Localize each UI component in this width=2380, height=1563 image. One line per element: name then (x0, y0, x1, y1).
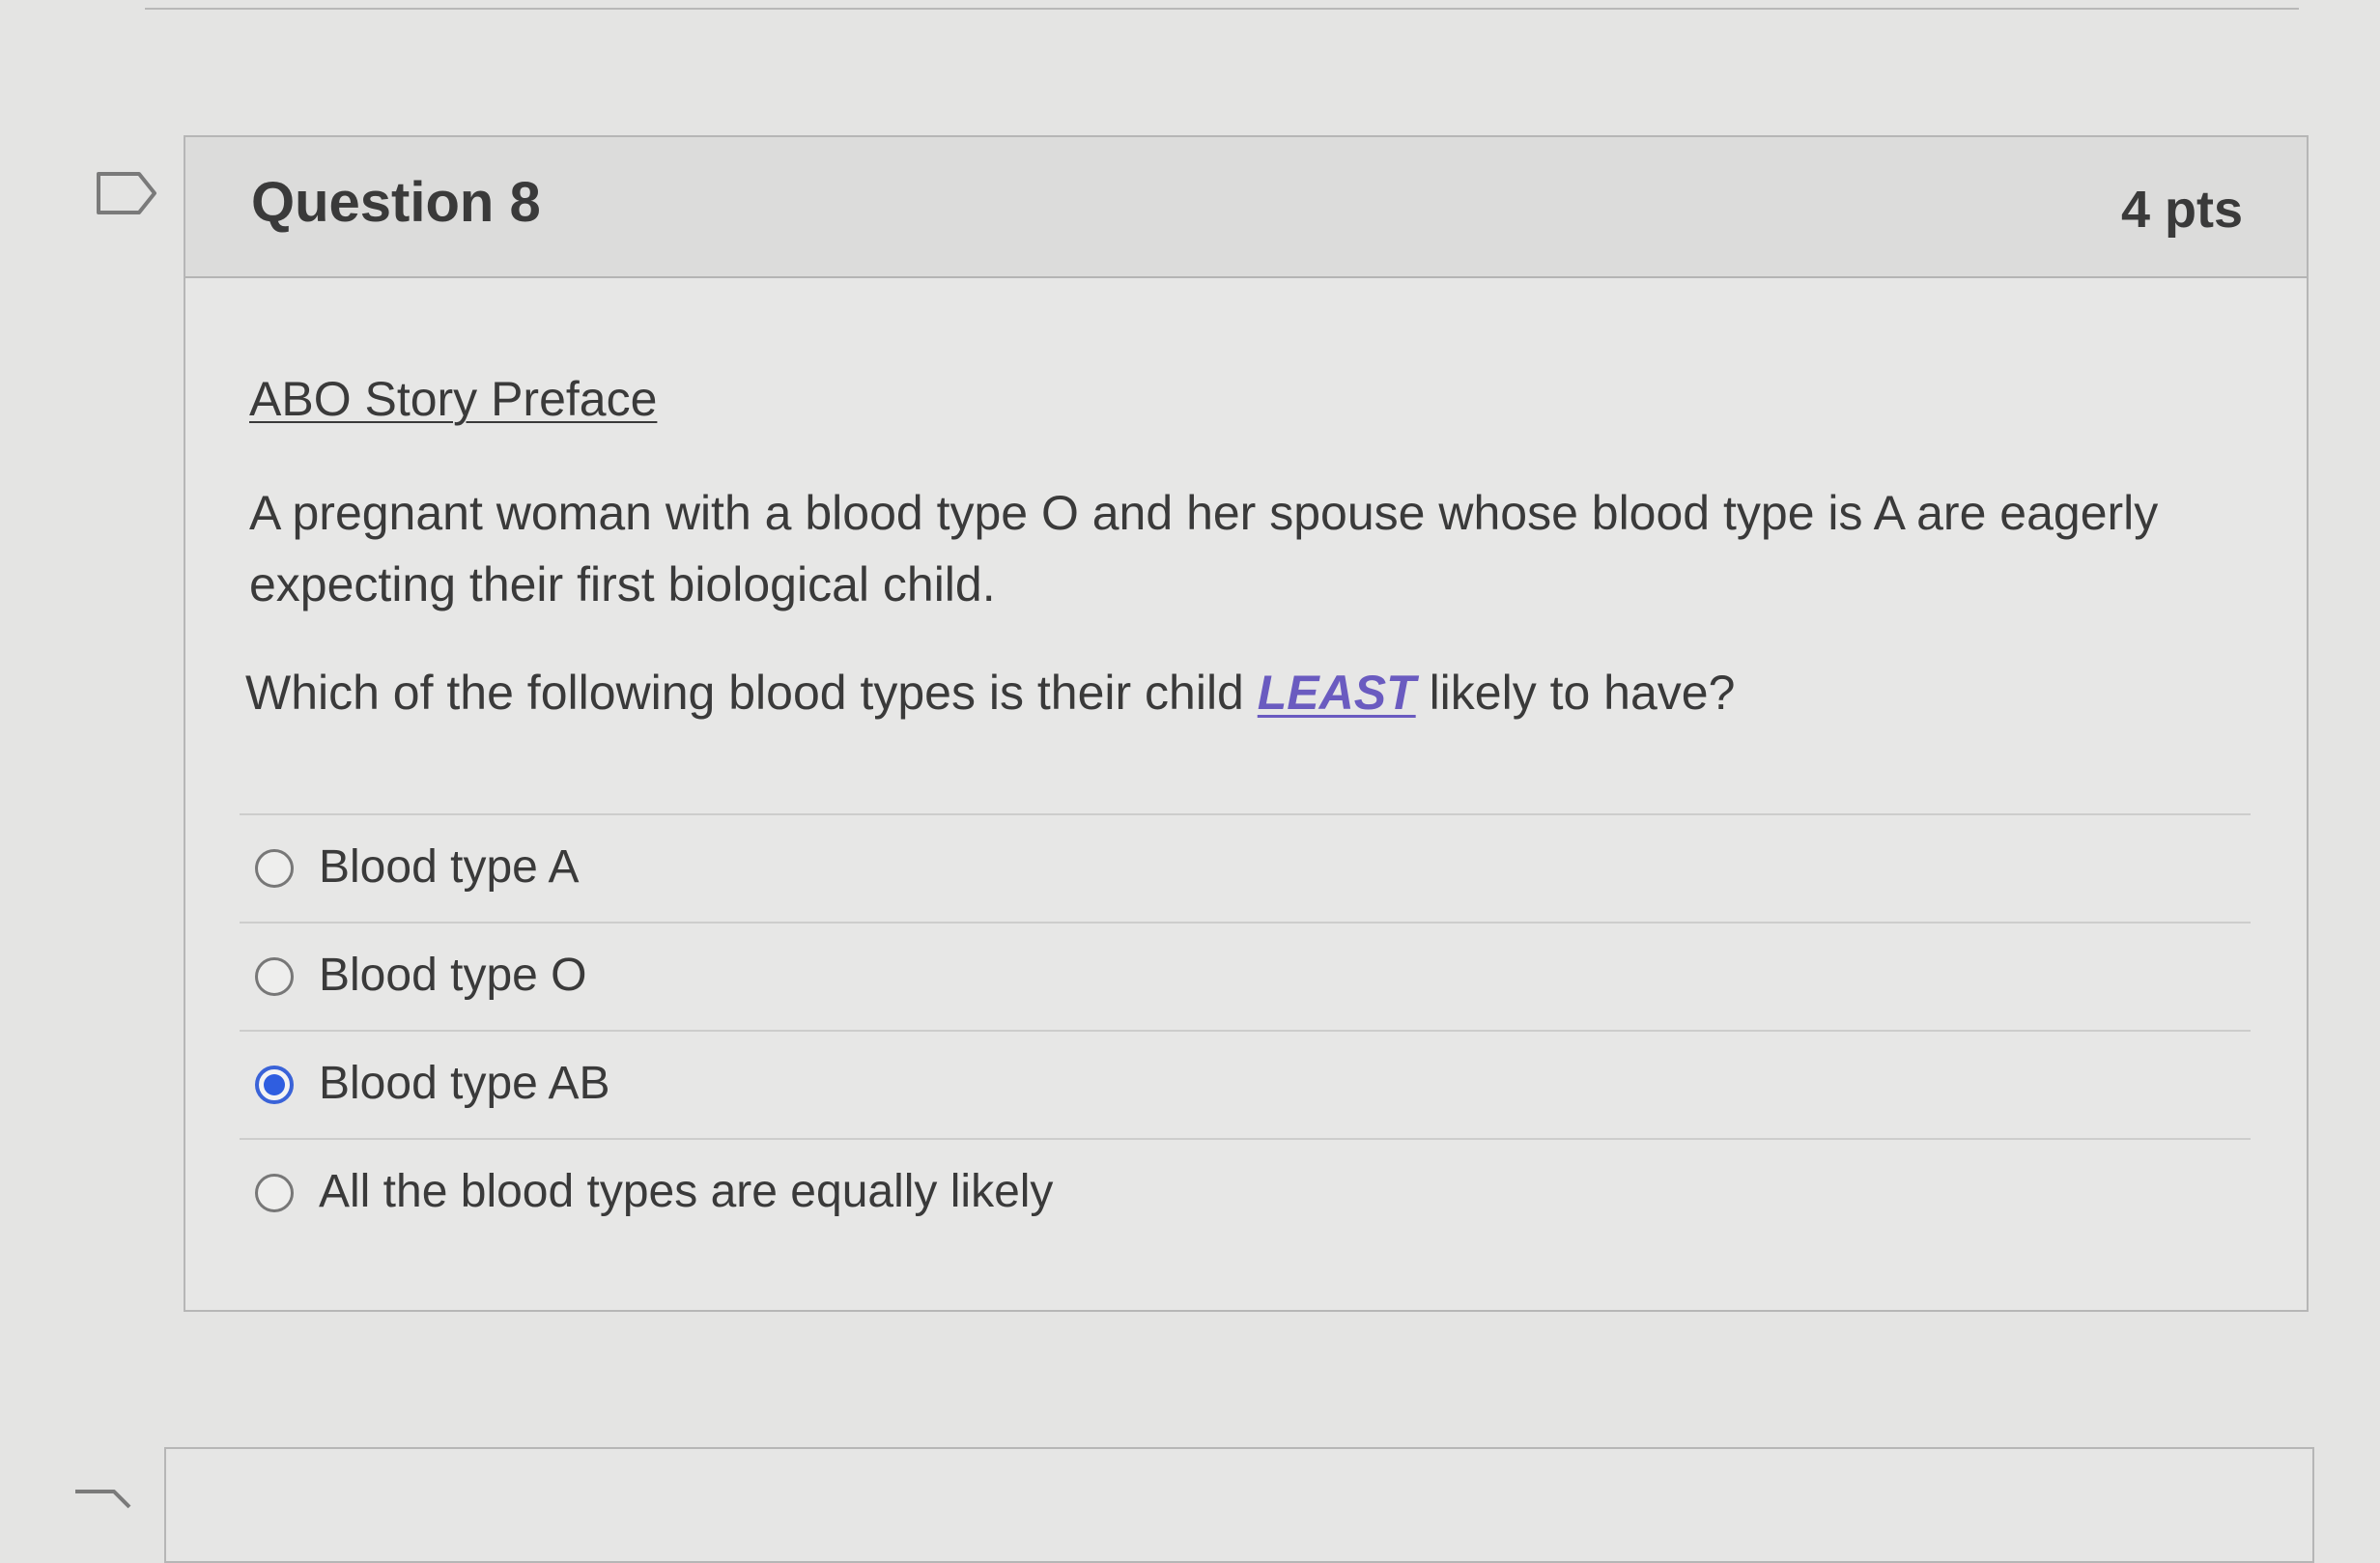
story-preface-link[interactable]: ABO Story Preface (249, 371, 657, 427)
answer-option-all-equally-likely[interactable]: All the blood types are equally likely (240, 1140, 2251, 1248)
radio-button[interactable] (255, 1174, 294, 1212)
next-question-flag-icon[interactable] (71, 1488, 133, 1526)
question-title: Question 8 (251, 171, 541, 234)
radio-button-selected[interactable] (255, 1066, 294, 1104)
prompt-emphasis: LEAST (1257, 666, 1416, 720)
question-story-text: A pregnant woman with a blood type O and… (249, 486, 2159, 611)
answer-option-blood-type-a[interactable]: Blood type A (240, 815, 2251, 924)
question-prompt: Which of the following blood types is th… (245, 665, 1735, 721)
flag-outline-icon[interactable] (95, 170, 158, 216)
question-points: 4 pts (2120, 181, 2243, 239)
question-card: Question 8 4 pts ABO Story Preface A pre… (184, 135, 2309, 1312)
answer-option-blood-type-ab[interactable]: Blood type AB (240, 1032, 2251, 1140)
prompt-text-start: Which of the following blood types is th… (245, 666, 1258, 720)
radio-button[interactable] (255, 849, 294, 888)
question-header: Question 8 4 pts (185, 137, 2307, 278)
next-question-card (164, 1447, 2314, 1563)
answer-list: Blood type A Blood type O Blood type AB … (240, 813, 2251, 1248)
answer-option-blood-type-o[interactable]: Blood type O (240, 924, 2251, 1032)
answer-label[interactable]: Blood type O (319, 949, 587, 1002)
previous-card-edge (145, 0, 2299, 10)
radio-button[interactable] (255, 957, 294, 996)
answer-label[interactable]: Blood type AB (319, 1057, 610, 1110)
answer-label[interactable]: All the blood types are equally likely (319, 1165, 1053, 1218)
answer-label[interactable]: Blood type A (319, 840, 580, 894)
prompt-text-end: likely to have? (1415, 666, 1736, 720)
